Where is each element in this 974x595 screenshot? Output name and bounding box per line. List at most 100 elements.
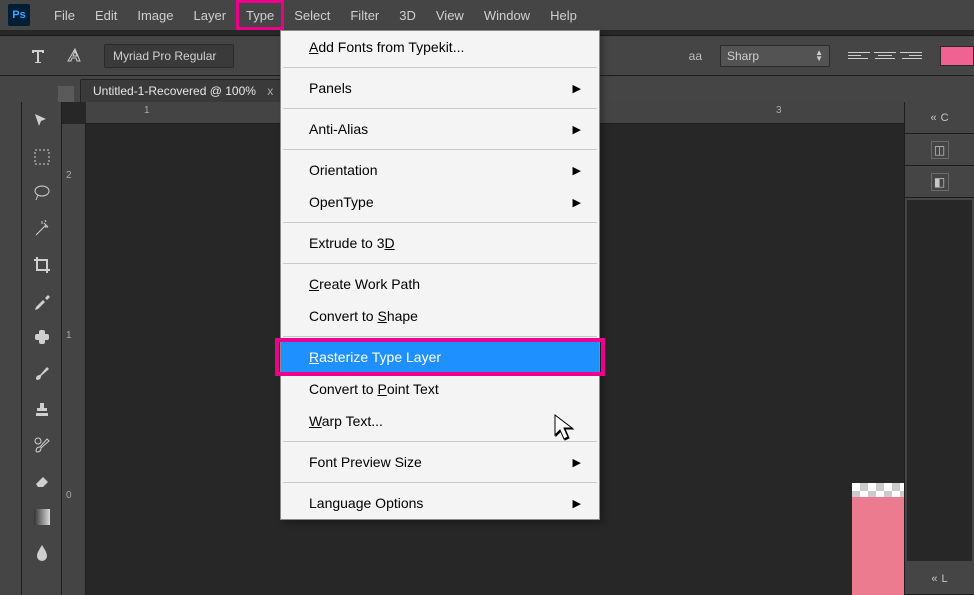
- menu-item-warp-text[interactable]: Warp Text...: [281, 405, 599, 437]
- lasso-tool-icon[interactable]: [29, 180, 55, 206]
- antialias-value: Sharp: [727, 49, 759, 63]
- font-family-select[interactable]: Myriad Pro Regular: [104, 44, 234, 68]
- menu-item-rasterize-type-layer[interactable]: Rasterize Type Layer: [281, 341, 599, 373]
- menu-view[interactable]: View: [426, 0, 474, 30]
- tab-close-icon[interactable]: x: [267, 84, 273, 98]
- type-tool-icon: [28, 46, 48, 66]
- menu-item-add-fonts-from-typekit[interactable]: Add Fonts from Typekit...: [281, 31, 599, 63]
- artwork-shape: [852, 497, 904, 595]
- menu-item-opentype[interactable]: OpenType ▶: [281, 186, 599, 218]
- stepper-icon: ▲▼: [815, 50, 823, 62]
- minimize-icon: «: [931, 573, 937, 585]
- menu-item-convert-to-point-text[interactable]: Convert to Point Text: [281, 373, 599, 405]
- submenu-arrow-icon: ▶: [573, 456, 581, 469]
- minimize-icon: «: [930, 112, 936, 124]
- cube-icon: ◫: [931, 141, 949, 159]
- menu-item-anti-alias[interactable]: Anti-Alias▶: [281, 113, 599, 145]
- menu-item-extrude-to-3d[interactable]: Extrude to 3D: [281, 227, 599, 259]
- menu-3d[interactable]: 3D: [389, 0, 426, 30]
- menu-item-convert-to-shape[interactable]: Convert to Shape: [281, 300, 599, 332]
- menu-item-label: Add Fonts from Typekit...: [309, 39, 464, 55]
- ruler-tick: 0: [66, 490, 72, 501]
- menu-separator: [283, 108, 597, 109]
- submenu-arrow-icon: ▶: [573, 82, 581, 95]
- left-edge-strip: [0, 102, 22, 595]
- orientation-toggle-icon[interactable]: [66, 46, 86, 66]
- menu-item-label: Convert to Point Text: [309, 381, 439, 397]
- font-name: Myriad Pro Regular: [113, 49, 216, 63]
- menu-separator: [283, 263, 597, 264]
- text-align-group: [848, 47, 922, 65]
- menu-file[interactable]: File: [44, 0, 85, 30]
- panel-button[interactable]: ◧: [905, 166, 974, 198]
- menu-item-label: OpenType: [309, 194, 374, 210]
- panel-tab[interactable]: « C: [905, 102, 974, 134]
- menu-item-font-preview-size[interactable]: Font Preview Size ▶: [281, 446, 599, 478]
- right-panel-dock: « C ◫ ◧ « L: [904, 102, 974, 595]
- submenu-arrow-icon: ▶: [573, 164, 581, 177]
- crop-tool-icon[interactable]: [29, 252, 55, 278]
- menu-separator: [283, 67, 597, 68]
- ruler-tick: 2: [66, 170, 72, 181]
- stamp-tool-icon[interactable]: [29, 396, 55, 422]
- antialias-select[interactable]: Sharp ▲▼: [720, 45, 830, 67]
- blur-tool-icon[interactable]: [29, 540, 55, 566]
- tool-palette: [22, 102, 62, 595]
- menu-window[interactable]: Window: [474, 0, 540, 30]
- ruler-tick: 1: [144, 106, 150, 116]
- menu-item-label: Convert to Shape: [309, 308, 418, 324]
- menu-item-label: Anti-Alias: [309, 121, 368, 137]
- history-brush-tool-icon[interactable]: [29, 432, 55, 458]
- menu-separator: [283, 336, 597, 337]
- brush-tool-icon[interactable]: [29, 360, 55, 386]
- text-color-swatch[interactable]: [940, 46, 974, 66]
- menu-item-label: Create Work Path: [309, 276, 420, 292]
- menu-item-language-options[interactable]: Language Options ▶: [281, 487, 599, 519]
- menu-item-label: Orientation: [309, 162, 377, 178]
- gradient-tool-icon[interactable]: [29, 504, 55, 530]
- panel-button[interactable]: ◫: [905, 134, 974, 166]
- menu-select[interactable]: Select: [284, 0, 340, 30]
- menu-item-label: Language Options: [309, 495, 423, 511]
- move-tool-icon[interactable]: [29, 108, 55, 134]
- photoshop-logo: Ps: [8, 4, 30, 26]
- menu-type[interactable]: Type: [236, 0, 284, 30]
- menu-item-create-work-path[interactable]: Create Work Path: [281, 268, 599, 300]
- ruler-tick: 1: [66, 330, 72, 341]
- menu-item-orientation[interactable]: Orientation ▶: [281, 154, 599, 186]
- type-menu-dropdown: Add Fonts from Typekit... Panels ▶ Anti-Ali…: [280, 30, 600, 520]
- ruler-vertical: 2 1 0: [62, 124, 86, 595]
- menu-separator: [283, 441, 597, 442]
- document-tab[interactable]: Untitled-1-Recovered @ 100% x: [80, 79, 286, 102]
- menu-item-label: Panels: [309, 80, 352, 96]
- menu-image[interactable]: Image: [127, 0, 183, 30]
- panel-tab[interactable]: « L: [905, 563, 974, 595]
- menu-separator: [283, 482, 597, 483]
- menubar: Ps FileEditImageLayerTypeSelectFilter3DV…: [0, 0, 974, 30]
- panel-letter: C: [941, 112, 949, 124]
- menu-item-label: Extrude to 3D: [309, 235, 395, 251]
- tab-arrange-icon[interactable]: [58, 86, 74, 102]
- magic-wand-tool-icon[interactable]: [29, 216, 55, 242]
- menu-item-panels[interactable]: Panels ▶: [281, 72, 599, 104]
- menu-layer[interactable]: Layer: [184, 0, 237, 30]
- ruler-tick: 3: [776, 106, 782, 116]
- marquee-tool-icon[interactable]: [29, 144, 55, 170]
- menu-help[interactable]: Help: [540, 0, 587, 30]
- align-left-button[interactable]: [848, 47, 870, 65]
- tab-title: Untitled-1-Recovered @ 100%: [93, 84, 256, 98]
- eraser-tool-icon[interactable]: [29, 468, 55, 494]
- eyedropper-tool-icon[interactable]: [29, 288, 55, 314]
- align-right-button[interactable]: [900, 47, 922, 65]
- align-center-button[interactable]: [874, 47, 896, 65]
- swatch-icon: ◧: [931, 173, 949, 191]
- menu-item-label: Warp Text...: [309, 413, 383, 429]
- menu-item-label: Rasterize Type Layer: [309, 349, 441, 365]
- healing-tool-icon[interactable]: [29, 324, 55, 350]
- menu-edit[interactable]: Edit: [85, 0, 127, 30]
- submenu-arrow-icon: ▶: [573, 497, 581, 510]
- menu-item-label: Font Preview Size: [309, 454, 422, 470]
- antialias-label: aa: [689, 49, 702, 63]
- menu-filter[interactable]: Filter: [340, 0, 389, 30]
- submenu-arrow-icon: ▶: [573, 196, 581, 209]
